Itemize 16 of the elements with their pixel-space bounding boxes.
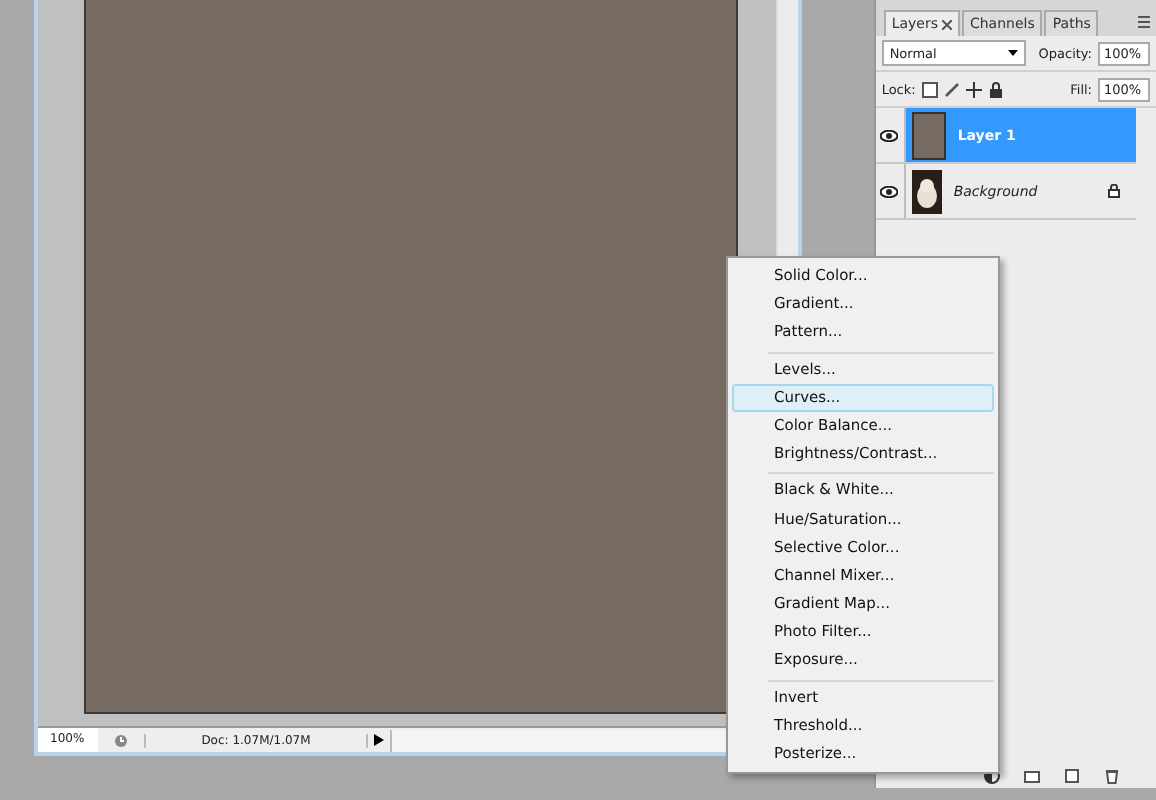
close-icon[interactable]: [941, 19, 952, 29]
clock-icon[interactable]: [114, 733, 128, 747]
caret-icon: [1007, 50, 1018, 56]
folder-icon[interactable]: [1024, 768, 1040, 784]
eye-icon[interactable]: [880, 185, 899, 197]
layer-thumbnail: [911, 111, 946, 159]
brush-icon[interactable]: [943, 81, 960, 97]
eye-icon[interactable]: [880, 129, 899, 141]
menu-icon[interactable]: [1134, 16, 1150, 28]
layer-thumbnail: [911, 169, 942, 213]
move-icon[interactable]: [965, 81, 982, 97]
trash-icon[interactable]: [1104, 768, 1120, 784]
new-layer-icon[interactable]: [1064, 768, 1080, 784]
play-icon[interactable]: [374, 734, 384, 746]
lock-transparency-icon[interactable]: [921, 81, 938, 97]
lock-icon[interactable]: [987, 81, 1004, 97]
